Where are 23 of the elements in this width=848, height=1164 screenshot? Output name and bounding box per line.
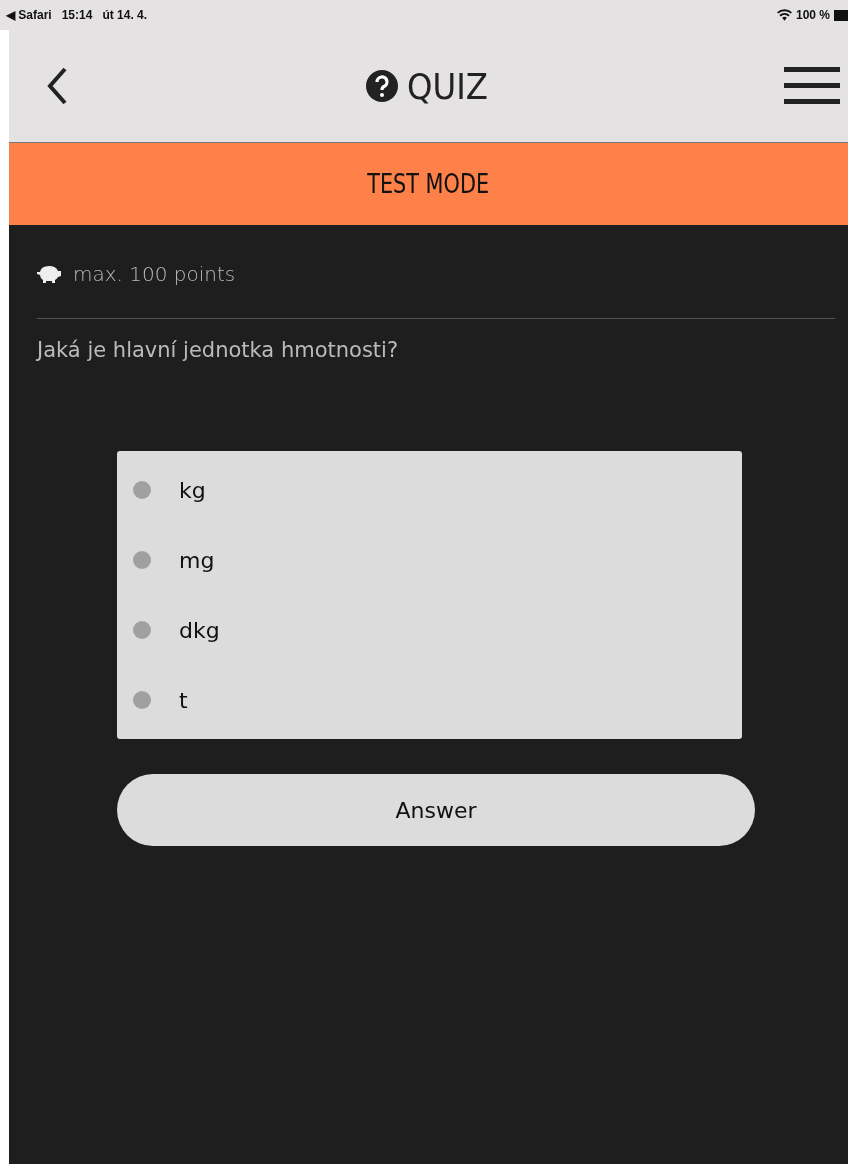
answer-button[interactable]: Answer (117, 774, 755, 846)
app-title: QUIZ (407, 65, 488, 107)
radio-button[interactable] (133, 551, 151, 569)
menu-icon[interactable] (784, 67, 840, 105)
option-label[interactable]: mg (179, 547, 215, 573)
help-icon (365, 69, 400, 103)
battery-icon (834, 9, 848, 21)
status-date: út 14. 4. (102, 8, 148, 22)
radio-button[interactable] (133, 691, 151, 709)
piggy-bank-icon (37, 264, 61, 283)
back-to-app-link[interactable]: ◀ Safari (6, 8, 52, 22)
battery-percent: 100 % (795, 8, 830, 22)
radio-button[interactable] (133, 621, 151, 639)
question-text: Jaká je hlavní jednotka hmotnosti? (37, 337, 400, 364)
max-points-label: max. 100 points (73, 261, 236, 286)
mode-label: TEST MODE (367, 169, 490, 199)
option-label[interactable]: kg (179, 477, 206, 503)
status-time: 15:14 (61, 8, 93, 22)
back-icon[interactable] (45, 66, 69, 106)
option-label[interactable]: t (179, 687, 188, 713)
wifi-icon (776, 9, 792, 21)
option-label[interactable]: dkg (179, 617, 220, 643)
radio-button[interactable] (133, 481, 151, 499)
